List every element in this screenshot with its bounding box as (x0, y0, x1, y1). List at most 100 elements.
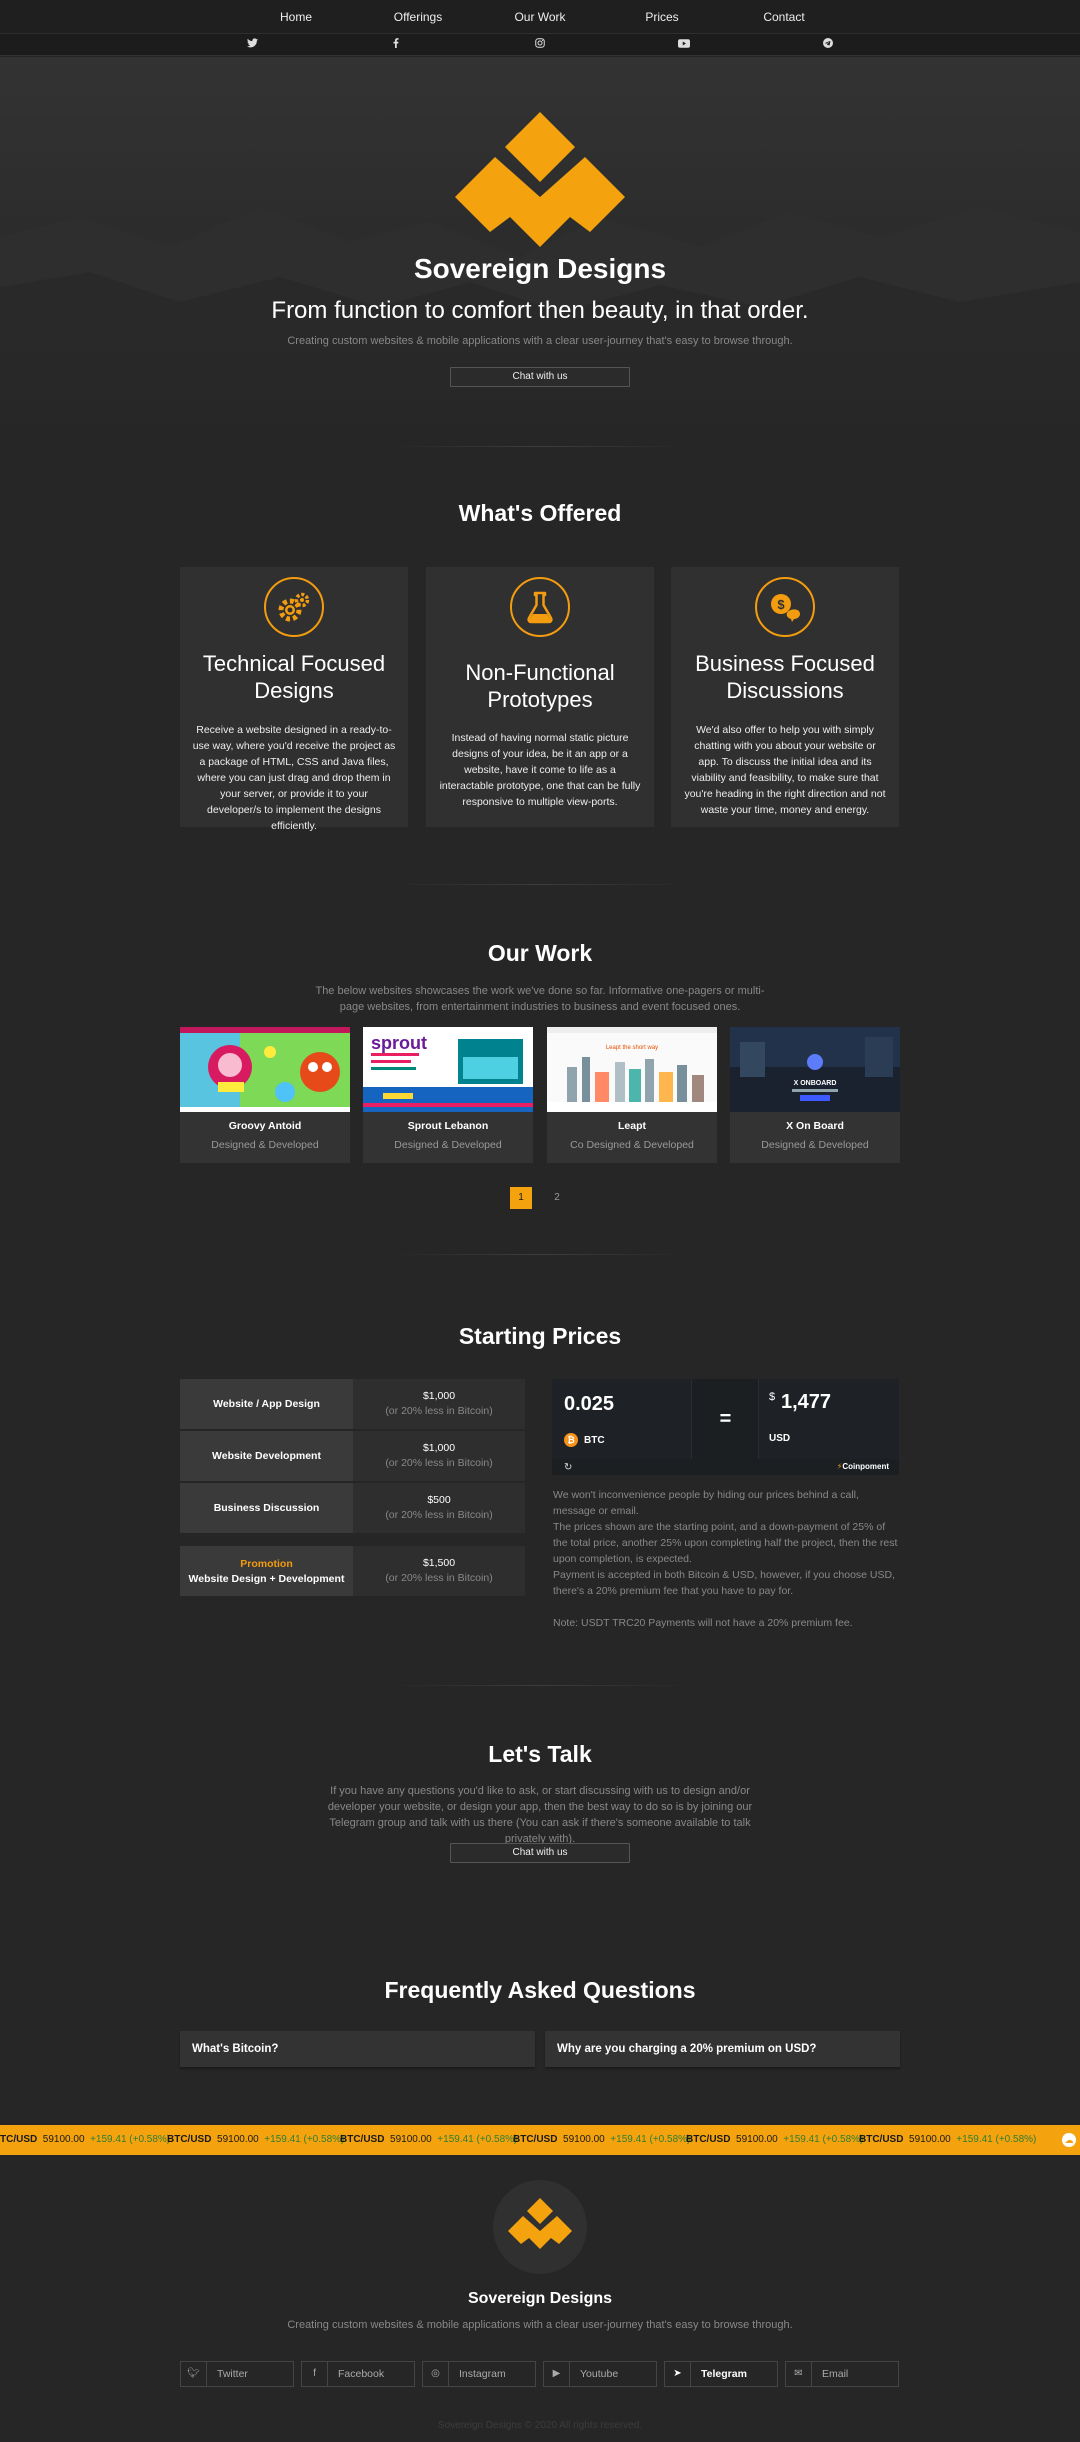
section-divider (390, 1254, 690, 1255)
price-note: The prices shown are the starting point,… (553, 1521, 898, 1565)
offer-text: We'd also offer to help you with simply … (684, 724, 886, 816)
sprout-logo-text: sprout (371, 1033, 427, 1053)
footer-link-facebook[interactable]: f Facebook (301, 2361, 415, 2387)
talk-title: Let's Talk (488, 1741, 592, 1767)
section-divider (390, 884, 690, 885)
price-bitcoin-note: (or 20% less in Bitcoin) (385, 1572, 493, 1584)
youtube-icon[interactable] (612, 34, 756, 55)
leapt-headline: Leapt the short way (606, 1045, 658, 1051)
nav-prices[interactable]: Prices (603, 0, 721, 33)
usd-currency-label: USD (769, 1433, 791, 1444)
footer-link-twitter[interactable]: 🐦︎ Twitter (180, 2361, 294, 2387)
offer-text: Instead of having normal static picture … (439, 732, 641, 808)
work-role: Designed & Developed (211, 1139, 319, 1151)
work-name: X On Board (786, 1120, 844, 1132)
ticker-item: BTC/USD 59100.00 +159.41 (+0.58%) (513, 2134, 691, 2145)
chat-with-us-button[interactable]: Chat with us (450, 1843, 630, 1863)
work-description: The below websites showcases the work we… (315, 985, 765, 1013)
gears-icon (264, 577, 324, 637)
flask-icon (510, 577, 570, 637)
facebook-icon[interactable] (324, 34, 468, 55)
chat-dollar-icon: $ (755, 577, 815, 637)
work-card-sprout-lebanon[interactable]: sprout Sprout Lebanon Designed & Develop… (363, 1027, 533, 1163)
footer-link-email[interactable]: ✉ Email (785, 2361, 899, 2387)
email-icon: ✉ (786, 2362, 812, 2386)
instagram-icon: ◎ (423, 2362, 449, 2386)
ticker-item: BTC/USD 59100.00 +159.41 (+0.58%) (859, 2134, 1037, 2145)
price-label: Website / App Design (180, 1379, 353, 1429)
work-thumbnail (180, 1027, 350, 1112)
refresh-icon[interactable]: ↻ (564, 1462, 572, 1473)
price-label: Promotion Website Design + Development (180, 1546, 353, 1596)
hero-title: Sovereign Designs (413, 253, 667, 284)
ticker-item: BTC/USD 59100.00 +159.41 (+0.58%) (686, 2134, 864, 2145)
bitcoin-icon: ₿ (564, 1433, 578, 1447)
price-note: We won't inconvenience people by hiding … (553, 1489, 859, 1517)
price-row: Website Development $1,000 (or 20% less … (180, 1431, 525, 1481)
work-role: Designed & Developed (394, 1139, 502, 1151)
btc-amount[interactable]: 0.025 (564, 1393, 614, 1416)
social-bar (0, 34, 1080, 56)
ticker-widget-icon[interactable]: ☁ (1062, 2133, 1076, 2147)
usd-symbol: $ (769, 1391, 776, 1403)
work-card-groovy-antoid[interactable]: Groovy Antoid Designed & Developed (180, 1027, 350, 1163)
promotion-label: Website Design + Development (188, 1572, 345, 1585)
offer-card: Technical Focused Designs Receive a webs… (180, 567, 408, 832)
talk-description: If you have any questions you'd like to … (327, 1785, 753, 1845)
top-nav: Home Offerings Our Work Prices Contact (0, 0, 1080, 34)
nav-contact[interactable]: Contact (725, 0, 843, 33)
nav-offerings[interactable]: Offerings (359, 0, 477, 33)
work-card-x-on-board[interactable]: X ONBOARD X On Board Designed & Develope… (730, 1027, 900, 1163)
usd-panel[interactable]: $ 1,477 USD (758, 1379, 899, 1459)
offer-card: $ Business Focused Discussions We'd also… (671, 567, 899, 827)
twitter-icon[interactable] (180, 34, 324, 55)
section-divider (390, 446, 690, 447)
section-divider (390, 1685, 690, 1686)
chat-with-us-button[interactable]: Chat with us (450, 367, 630, 387)
facebook-icon: f (302, 2362, 328, 2386)
hero-description: Creating custom websites & mobile applic… (287, 335, 793, 347)
telegram-icon[interactable] (756, 34, 900, 55)
faq-item[interactable]: What's Bitcoin? (180, 2031, 535, 2067)
ticker-item: BTC/USD 59100.00 +159.41 (+0.58%) (340, 2134, 518, 2145)
btc-panel[interactable]: 0.025 ₿ BTC (552, 1379, 692, 1459)
nav-our-work[interactable]: Our Work (481, 0, 599, 33)
price-bitcoin-note: (or 20% less in Bitcoin) (385, 1457, 493, 1469)
work-name: Sprout Lebanon (407, 1120, 489, 1132)
instagram-icon[interactable] (468, 34, 612, 55)
work-name: Groovy Antoid (228, 1120, 302, 1132)
hero-section: Sovereign Designs From function to comfo… (0, 57, 1080, 447)
ticker-item: TC/USD 59100.00 +159.41 (+0.58%) (0, 2134, 171, 2145)
faq-title: Frequently Asked Questions (384, 1977, 696, 2003)
pagination-page-2[interactable]: 2 (546, 1187, 568, 1209)
price-bitcoin-note: (or 20% less in Bitcoin) (385, 1509, 493, 1521)
svg-text:$: $ (777, 597, 785, 612)
pagination-page-1[interactable]: 1 (510, 1187, 532, 1209)
work-card-leapt[interactable]: Leapt the short way Leapt Co Designed & … (547, 1027, 717, 1163)
currency-converter: 0.025 ₿ BTC = $ 1,477 USD ↻ ⚡Coinpoment (552, 1379, 899, 1475)
offer-title: Business Focused Discussions (695, 651, 875, 703)
footer-link-telegram[interactable]: ➤ Telegram (664, 2361, 778, 2387)
nav-home[interactable]: Home (237, 0, 355, 33)
price-row-promotion: Promotion Website Design + Development $… (180, 1546, 525, 1596)
footer: Sovereign Designs Creating custom websit… (0, 2156, 1080, 2442)
price-amount: $1,500 (422, 1557, 456, 1569)
faq-item[interactable]: Why are you charging a 20% premium on US… (545, 2031, 900, 2067)
usd-amount[interactable]: 1,477 (781, 1391, 831, 1414)
footer-link-youtube[interactable]: ▶ Youtube (543, 2361, 657, 2387)
price-label: Website Development (180, 1431, 353, 1481)
price-amount: $1,000 (422, 1390, 456, 1402)
offer-text: Receive a website designed in a ready-to… (192, 724, 396, 832)
work-role: Co Designed & Developed (570, 1139, 694, 1151)
brand-logo (455, 112, 625, 252)
price-value: $500 (or 20% less in Bitcoin) (353, 1483, 525, 1533)
price-note: Note: USDT TRC20 Payments will not have … (553, 1617, 853, 1629)
work-thumbnail: X ONBOARD (730, 1027, 900, 1112)
work-thumbnail: Leapt the short way (547, 1027, 717, 1112)
prices-title: Starting Prices (458, 1323, 622, 1349)
hero-subtitle: From function to comfort then beauty, in… (271, 297, 809, 324)
coinpoment-brand: ⚡Coinpoment (836, 1462, 889, 1471)
footer-link-instagram[interactable]: ◎ Instagram (422, 2361, 536, 2387)
price-amount: $1,000 (422, 1442, 456, 1454)
footer-description: Creating custom websites & mobile applic… (287, 2319, 793, 2331)
